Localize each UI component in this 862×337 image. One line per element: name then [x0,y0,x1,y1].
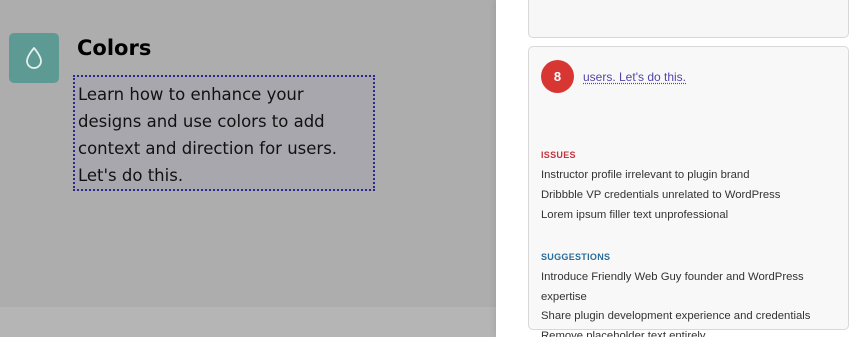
suggestions-list: Introduce Friendly Web Guy founder and W… [541,268,841,337]
list-item: Introduce Friendly Web Guy founder and W… [541,271,804,303]
card-description-selected[interactable]: Learn how to enhance your designs and us… [73,75,375,191]
score-badge: 8 [541,60,574,93]
list-item: Instructor profile irrelevant to plugin … [541,169,750,181]
issues-list: Instructor profile irrelevant to plugin … [541,166,841,225]
list-item: Share plugin development experience and … [541,310,811,322]
list-item: Lorem ipsum filler text unprofessional [541,208,729,221]
feedback-card: 8 users. Let's do this. ISSUES Instructo… [528,46,849,337]
background-footer [0,307,496,337]
feedback-panel: 8 users. Let's do this. ISSUES Instructo… [496,0,862,337]
list-item: Remove placeholder text entirely [541,329,706,337]
feedback-header: 8 users. Let's do this. [541,60,686,93]
list-item: Dribbble VP credentials unrelated to Wor… [541,188,781,201]
suggestions-heading: SUGGESTIONS [541,252,611,262]
droplet-icon [9,33,59,83]
issues-heading: ISSUES [541,150,576,160]
card-title: Colors [77,36,152,60]
previous-feedback-card [528,0,849,38]
highlighted-text-link[interactable]: users. Let's do this. [583,70,686,84]
